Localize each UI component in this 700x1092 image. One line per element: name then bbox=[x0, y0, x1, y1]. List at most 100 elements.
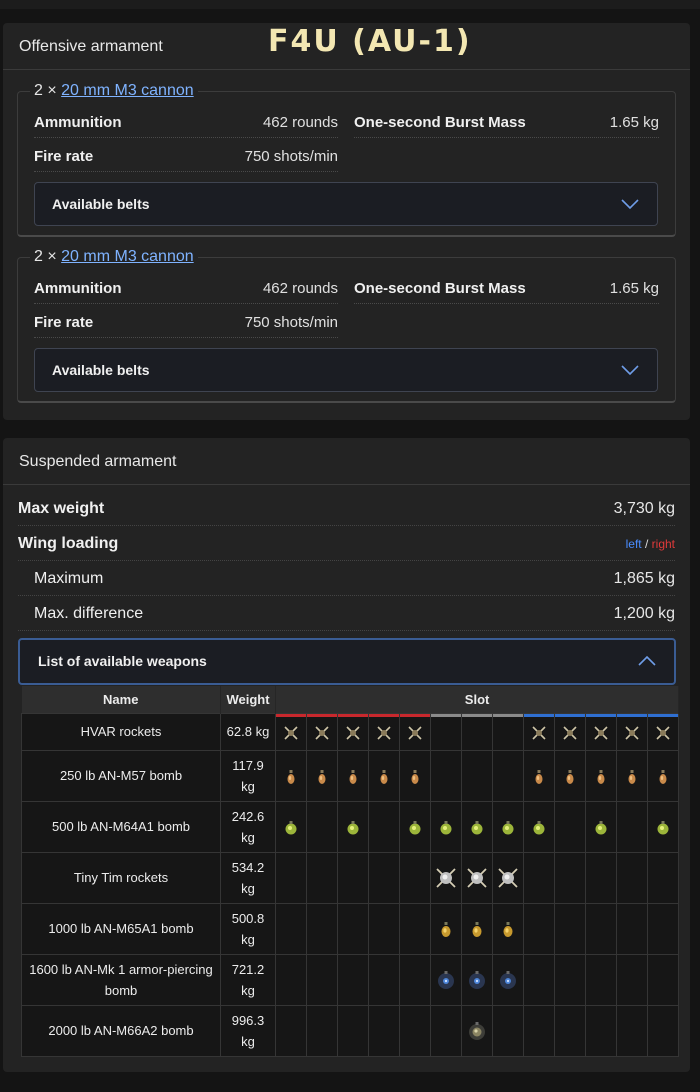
right-label: right bbox=[651, 537, 675, 551]
slot-cell bbox=[492, 800, 524, 853]
slot-cell bbox=[554, 712, 586, 751]
slot-cell bbox=[523, 902, 555, 955]
slot-cell bbox=[368, 851, 400, 904]
max-difference-row: Max. difference 1,200 kg bbox=[18, 597, 675, 631]
rocket-icon bbox=[376, 724, 392, 740]
separator: / bbox=[641, 537, 652, 551]
row-value: 3,730 kg bbox=[613, 500, 675, 517]
slot-cell bbox=[492, 953, 524, 1006]
slot-cell bbox=[616, 1004, 648, 1057]
weapon-link[interactable]: 20 mm M3 cannon bbox=[61, 82, 194, 99]
slot-cell bbox=[461, 800, 493, 853]
slot-cell bbox=[646, 851, 680, 904]
name-column-header: Name bbox=[21, 686, 221, 713]
weight-column-header: Weight bbox=[220, 686, 276, 713]
slot-cell bbox=[275, 1004, 307, 1057]
weapon-weight-cell: 996.3 kg bbox=[220, 1004, 276, 1057]
small-bomb-icon bbox=[564, 768, 576, 784]
slot-cell bbox=[399, 749, 431, 802]
left-label: left bbox=[625, 537, 642, 551]
available-belts-dropdown[interactable]: Available belts bbox=[34, 348, 658, 392]
slot-cell bbox=[461, 902, 493, 955]
row-label: Wing loading bbox=[18, 535, 119, 552]
weapon-weight-cell: 500.8 kg bbox=[220, 902, 276, 955]
slot-cell bbox=[399, 851, 431, 904]
row-label: Maximum bbox=[34, 570, 104, 587]
stat-label: Ammunition bbox=[34, 280, 122, 297]
slot-column-header: Slot bbox=[275, 686, 680, 713]
weapon-name-cell: HVAR rockets bbox=[21, 712, 221, 751]
slot-cell bbox=[430, 800, 462, 853]
stat-label: Ammunition bbox=[34, 114, 122, 131]
weapons-list-toggle[interactable]: List of available weapons bbox=[18, 638, 676, 685]
suspended-armament-panel: Suspended armament Max weight 3,730 kg W… bbox=[3, 438, 690, 1072]
medium-bomb-icon bbox=[655, 819, 671, 835]
slot-cell bbox=[399, 800, 431, 853]
slot-cell bbox=[430, 851, 462, 904]
slot-cell bbox=[523, 800, 555, 853]
slot-cell bbox=[306, 902, 338, 955]
weapon-weight-cell: 721.2 kg bbox=[220, 953, 276, 1006]
weapon-name-cell: 1600 lb AN-Mk 1 armor-piercing bomb bbox=[21, 953, 221, 1006]
top-bar bbox=[0, 0, 700, 9]
weapon-group: 2 × 20 mm M3 cannon Ammunition 462 round… bbox=[17, 247, 676, 403]
small-bomb-icon bbox=[409, 768, 421, 784]
stat-value: 1.65 kg bbox=[609, 114, 659, 131]
heavy-bomb-icon bbox=[501, 921, 515, 938]
chevron-up-icon bbox=[638, 655, 656, 666]
slot-cell bbox=[523, 1004, 555, 1057]
stat-label: One-second Burst Mass bbox=[354, 114, 526, 131]
stat-value: 750 shots/min bbox=[244, 148, 338, 165]
slot-cell bbox=[585, 953, 617, 1006]
weapon-name-cell: 500 lb AN-M64A1 bomb bbox=[21, 800, 221, 853]
slot-cell bbox=[585, 851, 617, 904]
row-label: Max weight bbox=[18, 500, 105, 517]
weapon-name-cell: 250 lb AN-M57 bomb bbox=[21, 749, 221, 802]
ap-bomb-icon bbox=[436, 971, 456, 990]
slot-cell bbox=[585, 749, 617, 802]
small-bomb-icon bbox=[285, 768, 297, 784]
small-bomb-icon bbox=[533, 768, 545, 784]
available-belts-dropdown[interactable]: Available belts bbox=[34, 182, 658, 226]
slot-cell bbox=[275, 953, 307, 1006]
stat-value: 750 shots/min bbox=[244, 314, 338, 331]
slot-cell bbox=[554, 749, 586, 802]
slot-cell bbox=[306, 800, 338, 853]
table-row: 2000 lb AN-M66A2 bomb 996.3 kg bbox=[21, 1004, 680, 1057]
slot-cell bbox=[585, 712, 617, 751]
weapon-name-cell: Tiny Tim rockets bbox=[21, 851, 221, 904]
slot-cell bbox=[306, 749, 338, 802]
slot-cell bbox=[337, 851, 369, 904]
slot-cell bbox=[275, 712, 307, 751]
slot-cell bbox=[523, 712, 555, 751]
weapon-link[interactable]: 20 mm M3 cannon bbox=[61, 248, 194, 265]
slot-cell bbox=[554, 1004, 586, 1057]
burst-mass-stat: One-second Burst Mass 1.65 kg bbox=[354, 274, 659, 304]
slot-cell bbox=[616, 800, 648, 853]
row-value: 1,865 kg bbox=[613, 570, 675, 587]
stat-label: Fire rate bbox=[34, 148, 94, 165]
weapon-count: 2 × bbox=[34, 248, 57, 265]
large-rocket-icon bbox=[435, 868, 457, 888]
slot-cell bbox=[523, 749, 555, 802]
slot-cell bbox=[368, 800, 400, 853]
max-weight-row: Max weight 3,730 kg bbox=[18, 492, 675, 526]
suspended-armament-header: Suspended armament bbox=[3, 438, 690, 485]
slot-cell bbox=[646, 953, 680, 1006]
slot-cell bbox=[337, 800, 369, 853]
heavy-bomb-icon bbox=[439, 921, 453, 938]
weapon-name-cell: 1000 lb AN-M65A1 bomb bbox=[21, 902, 221, 955]
slot-cell bbox=[616, 749, 648, 802]
ap-bomb-icon bbox=[498, 971, 518, 990]
slot-cell bbox=[275, 902, 307, 955]
slot-cell bbox=[616, 953, 648, 1006]
slot-cell bbox=[492, 851, 524, 904]
small-bomb-icon bbox=[347, 768, 359, 784]
rocket-icon bbox=[407, 724, 423, 740]
small-bomb-icon bbox=[378, 768, 390, 784]
slot-cell bbox=[616, 712, 648, 751]
burst-mass-stat: One-second Burst Mass 1.65 kg bbox=[354, 108, 659, 138]
stat-value: 462 rounds bbox=[262, 114, 338, 131]
slot-cell bbox=[275, 800, 307, 853]
slot-cell bbox=[430, 749, 462, 802]
